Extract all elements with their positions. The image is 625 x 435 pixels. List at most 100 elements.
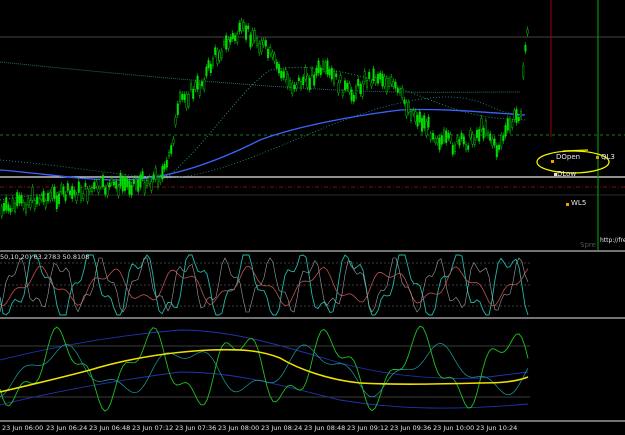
candle-body [432, 132, 435, 140]
candle-body [207, 60, 210, 68]
candle-body [379, 72, 382, 80]
candle-body [300, 81, 303, 89]
candle-body [174, 117, 177, 125]
candle-body [145, 180, 148, 186]
candle-body [484, 120, 487, 135]
candle-body [3, 202, 6, 212]
time-tick: 23 Jun 07:12 [132, 424, 174, 432]
candle-body [319, 67, 322, 75]
candle-body [506, 118, 509, 131]
candle-body [258, 43, 261, 54]
candle-body [267, 48, 270, 59]
candle-body [306, 75, 309, 88]
candle-body [49, 191, 52, 201]
band-upper [0, 329, 529, 379]
candle-body [478, 129, 481, 142]
candle-body [251, 30, 254, 44]
candle-body [194, 82, 197, 90]
candle-body [493, 138, 496, 146]
candle-body [247, 25, 250, 30]
candle-body [137, 179, 140, 192]
candle-body [489, 133, 492, 141]
candle-body [36, 196, 39, 205]
candle-body [449, 134, 452, 142]
candle-body [476, 129, 479, 138]
candle-body [421, 118, 424, 132]
time-tick: 23 Jun 06:48 [89, 424, 131, 432]
candle-body [47, 192, 50, 202]
candle-body [225, 35, 228, 50]
candle-body [524, 44, 527, 52]
candle-body [220, 50, 223, 59]
candle-body [416, 115, 419, 127]
candle-body [141, 171, 144, 179]
candle-body [79, 187, 82, 201]
candle-body [148, 177, 151, 185]
trading-chart[interactable] [0, 0, 625, 435]
candle-body [469, 130, 472, 139]
candle-body [68, 190, 71, 195]
candle-body [178, 92, 181, 102]
candle-body [11, 198, 14, 209]
candle-body [467, 145, 470, 150]
candle-body [152, 174, 155, 180]
candle-body [458, 139, 461, 146]
candle-body [487, 132, 490, 136]
candle-body [167, 152, 170, 157]
candle-body [172, 138, 175, 144]
candle-body [18, 195, 21, 204]
candle-body [117, 186, 120, 196]
candle-body [460, 133, 463, 140]
candle-body [526, 29, 529, 34]
candle-body [181, 93, 184, 100]
candle-body [304, 67, 307, 80]
candle-body [366, 80, 369, 88]
candle-body [134, 177, 137, 189]
label-ql3: QL3 [601, 153, 615, 161]
candle-body [75, 194, 78, 202]
candle-body [244, 25, 247, 40]
time-tick: 23 Jun 06:24 [46, 424, 88, 432]
candle-body [480, 118, 483, 130]
candle-body [73, 189, 76, 195]
candle-body [410, 111, 413, 121]
candle-body [108, 182, 111, 188]
candle-body [377, 74, 380, 84]
candle-body [388, 78, 391, 87]
candle-body [216, 50, 219, 64]
candle-body [522, 65, 525, 78]
candle-body [443, 129, 446, 142]
candle-body [322, 61, 325, 70]
candle-body [214, 47, 217, 55]
candle-body [97, 188, 100, 193]
candle-body [66, 183, 69, 191]
candle-body [231, 32, 234, 40]
candle-body [355, 86, 358, 98]
candle-body [77, 181, 80, 193]
candle-body [189, 83, 192, 90]
candle-body [390, 76, 393, 85]
candle-body [335, 73, 338, 78]
candle-body [313, 74, 316, 86]
candle-body [498, 144, 501, 150]
candle-body [315, 67, 318, 76]
candle-body [20, 195, 23, 204]
candle-body [249, 34, 252, 48]
candle-body [317, 60, 320, 73]
candle-body [150, 181, 153, 191]
candle-body [359, 84, 362, 94]
candle-body [385, 77, 388, 93]
candle-body [348, 83, 351, 93]
candle-body [119, 173, 122, 187]
candle-body [456, 136, 459, 142]
candle-body [130, 184, 133, 196]
candle-body [418, 111, 421, 123]
candle-body [260, 40, 263, 52]
candle-body [106, 185, 109, 196]
candle-body [126, 178, 129, 188]
candle-body [71, 185, 74, 199]
ql3-dot [596, 156, 599, 159]
candle-body [62, 186, 65, 195]
candle-body [407, 102, 410, 113]
candle-body [308, 77, 311, 90]
